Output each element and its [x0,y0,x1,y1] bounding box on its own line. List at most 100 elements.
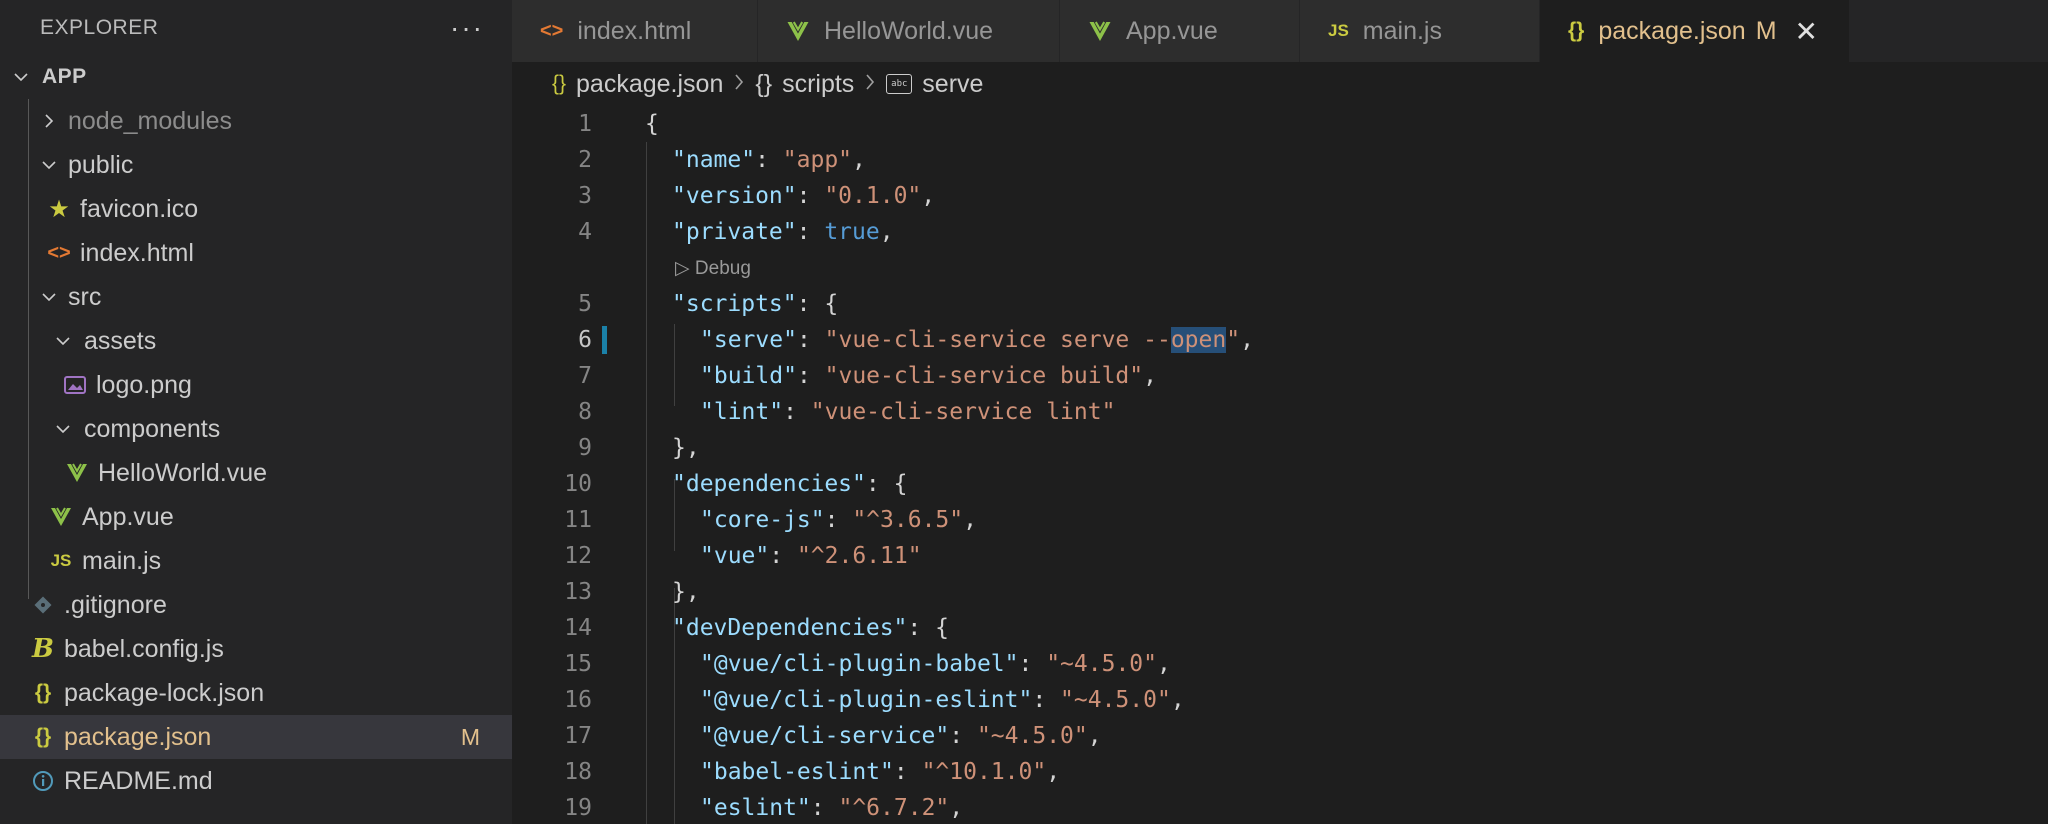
json-boolean: true [824,219,880,245]
tree-item-app-vue[interactable]: App.vue [0,495,512,539]
line-number: 4 [578,219,592,245]
tree-item-assets[interactable]: assets [0,319,512,363]
json-key: "scripts" [672,291,797,317]
tree-item-main-js[interactable]: JS main.js [0,539,512,583]
json-string: " [1226,327,1241,353]
code-text: { [645,111,659,137]
tree-item-label: assets [84,326,157,355]
code-line: 12 "vue": "^2.6.11" [512,538,2048,574]
tree-item-readme[interactable]: README.md [0,759,512,803]
code-text: "babel-eslint": "^10.1.0", [700,759,1061,785]
tree-item-gitignore[interactable]: .gitignore [0,583,512,627]
line-number: 18 [564,759,592,785]
line-number: 9 [578,435,592,461]
tab-main-js[interactable]: JS main.js [1300,0,1540,62]
json-key: "serve" [700,327,797,353]
line-number: 6 [578,327,592,353]
json-key: "@vue/cli-plugin-eslint" [700,687,1033,713]
tree-root-app[interactable]: APP [0,55,512,99]
tree-item-favicon[interactable]: ★ favicon.ico [0,187,512,231]
debug-codelens[interactable]: ▷ Debug [512,250,2048,286]
code-line-current: 6 "serve": "vue-cli-service serve --open… [512,322,2048,358]
tab-app-vue[interactable]: App.vue [1060,0,1300,62]
git-icon [30,595,56,615]
tree-item-src[interactable]: src [0,275,512,319]
tree-item-node-modules[interactable]: node_modules [0,99,512,143]
code-line: 4 "private": true, [512,214,2048,250]
babel-icon: B [32,634,54,664]
code-line: 2 "name": "app", [512,142,2048,178]
tree-item-babel-config[interactable]: B babel.config.js [0,627,512,671]
line-number: 19 [564,795,592,821]
tree-item-label: package-lock.json [64,678,265,707]
tree-item-public[interactable]: public [0,143,512,187]
tree-item-index-html[interactable]: <> index.html [0,231,512,275]
json-string: "~4.5.0" [976,723,1088,749]
code-punct: , [1156,651,1171,677]
tab-label: App.vue [1126,16,1218,45]
line-number: 12 [564,543,592,569]
json-key: "eslint" [700,795,811,821]
tree-item-label: babel.config.js [64,634,224,663]
tab-helloworld-vue[interactable]: HelloWorld.vue [758,0,1060,62]
chevron-right-icon [38,113,60,129]
tree-root-label: APP [42,65,87,88]
close-icon[interactable]: ✕ [1795,15,1818,48]
selection-highlight: open [1170,327,1227,353]
star-icon: ★ [48,195,70,223]
line-number: 5 [578,291,592,317]
json-icon: {} [552,72,567,95]
more-actions-icon[interactable]: ··· [450,13,484,42]
line-number: 2 [578,147,592,173]
tree-item-logo-png[interactable]: logo.png [0,363,512,407]
code-punct: , [1087,723,1102,749]
chevron-down-icon [52,421,74,437]
breadcrumb-file[interactable]: package.json [576,70,723,99]
code-line: 15 "@vue/cli-plugin-babel": "~4.5.0", [512,646,2048,682]
html-icon: <> [47,241,71,264]
line-number: 15 [564,651,592,677]
tree-item-helloworld-vue[interactable]: HelloWorld.vue [0,451,512,495]
tree-item-label: index.html [80,238,194,267]
json-key: "private" [672,219,797,245]
tree-item-package-json[interactable]: {} package.json M [0,715,512,759]
explorer-sidebar: EXPLORER ··· APP node_modules public ★ f… [0,0,512,824]
tree-item-package-lock[interactable]: {} package-lock.json [0,671,512,715]
code-line: 18 "babel-eslint": "^10.1.0", [512,754,2048,790]
object-icon: {} [755,69,773,98]
json-string: "~4.5.0" [1046,651,1157,677]
json-icon: {} [34,681,52,704]
json-string: "^6.7.2" [838,795,950,821]
code-text: "vue": "^2.6.11" [700,543,922,569]
line-number: 16 [564,687,592,713]
vue-icon [786,21,810,42]
json-string: "app" [782,147,853,173]
code-editor[interactable]: 1 { 2 "name": "app", 3 "version": "0.1.0… [512,106,2048,824]
modified-badge: M [460,723,480,750]
code-text: "@vue/cli-service": "~4.5.0", [700,723,1102,749]
tree-item-label: src [68,282,102,311]
code-text: "@vue/cli-plugin-babel": "~4.5.0", [700,651,1171,677]
breadcrumb-serve[interactable]: serve [922,70,983,99]
json-string: "^3.6.5" [852,507,964,533]
codelens-label: Debug [694,257,751,279]
code-line: 19 "eslint": "^6.7.2", [512,790,2048,824]
breadcrumb: {} package.json {} scripts abc serve [552,62,983,106]
json-icon: {} [34,725,52,748]
json-string: "vue-cli-service lint" [810,399,1116,425]
json-string: "^2.6.11" [796,543,922,569]
tab-index-html[interactable]: <> index.html [512,0,758,62]
editor-tabs: <> index.html HelloWorld.vue App.vue JS … [512,0,2048,62]
tab-package-json[interactable]: {} package.json M ✕ [1540,0,1850,62]
line-number: 11 [564,507,592,533]
code-punct: , [1170,687,1185,713]
json-key: "babel-eslint" [700,759,894,785]
tree-item-label: App.vue [82,502,174,531]
code-punct: , [921,183,936,209]
breadcrumb-scripts[interactable]: scripts [782,70,854,99]
tree-item-components[interactable]: components [0,407,512,451]
code-punct: : { [907,615,949,641]
code-line: 17 "@vue/cli-service": "~4.5.0", [512,718,2048,754]
line-number: 17 [564,723,592,749]
code-punct: , [1143,363,1157,389]
